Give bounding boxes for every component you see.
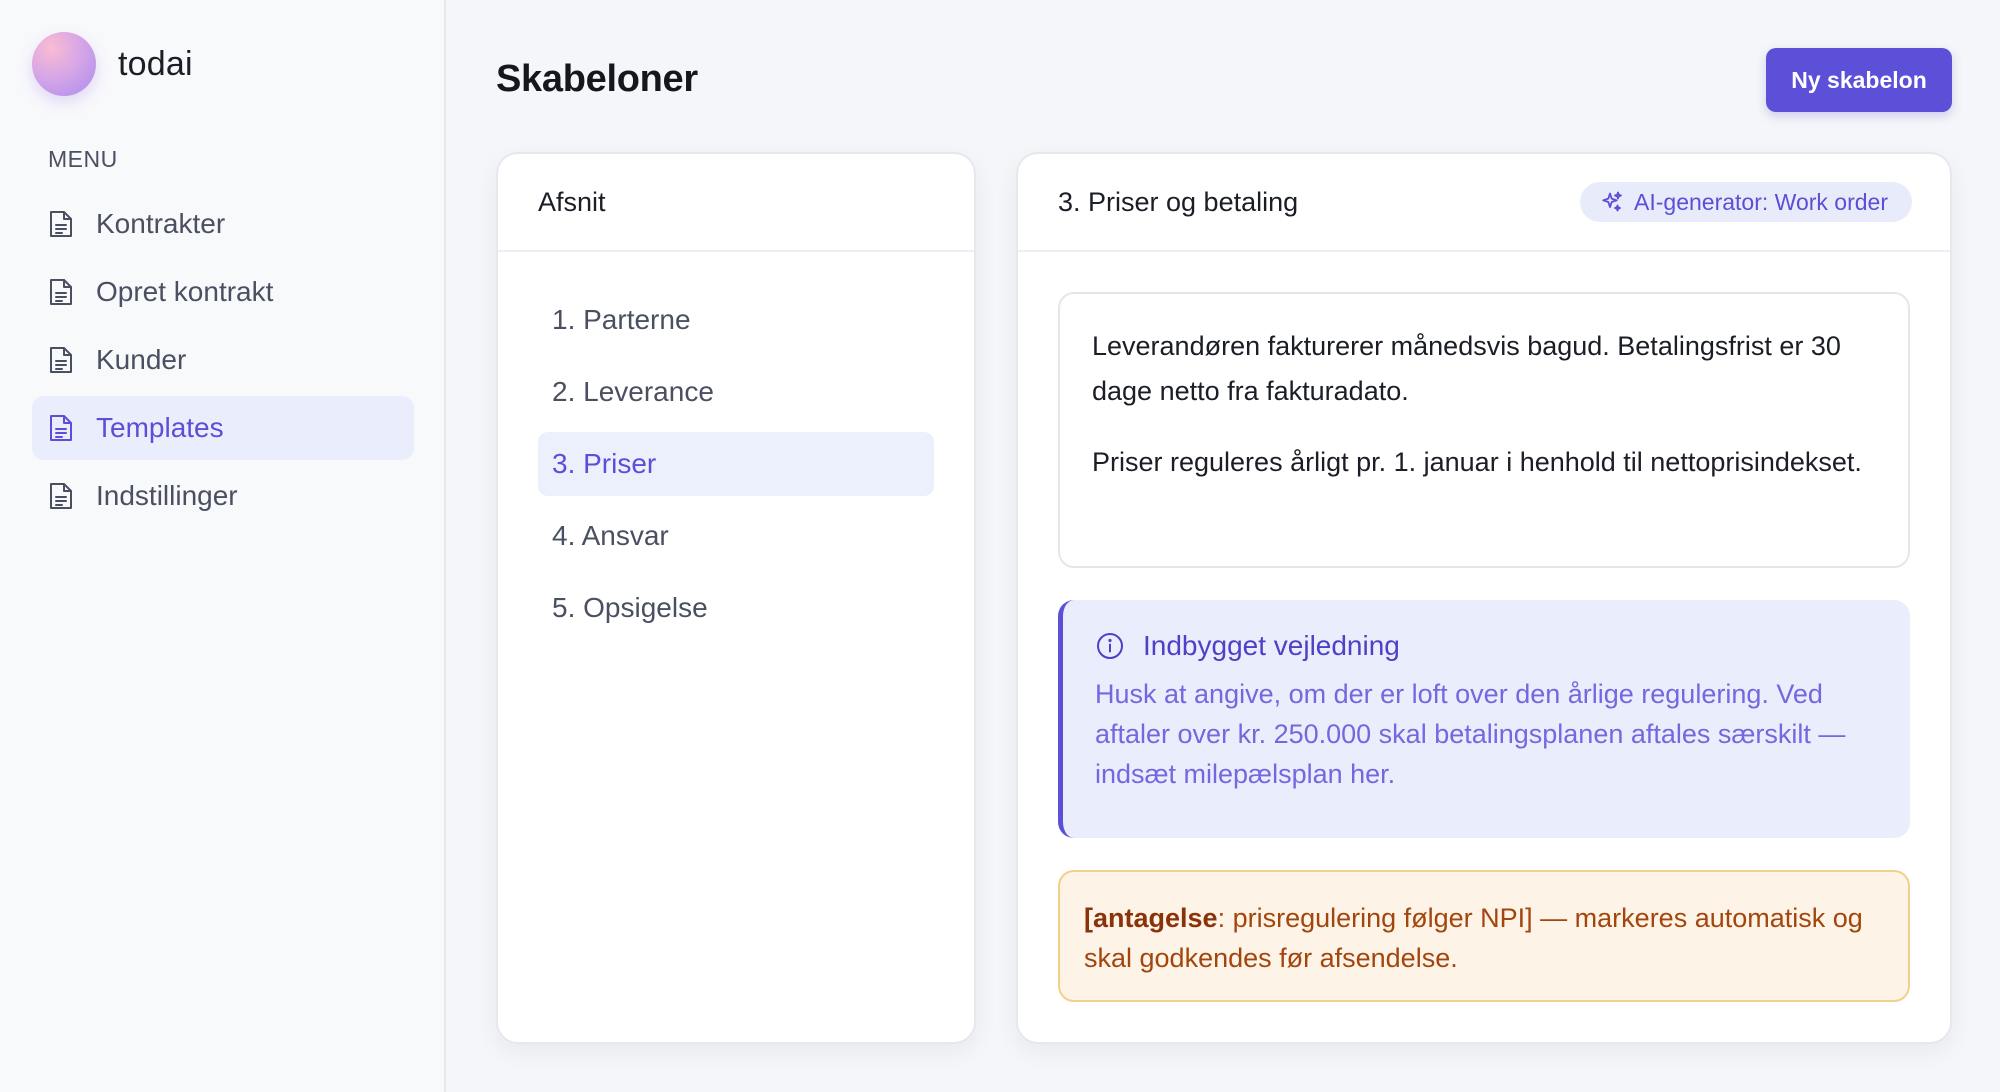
editor-title: 3. Priser og betaling — [1058, 186, 1299, 217]
sidebar-item-kunder[interactable]: Kunder — [32, 328, 414, 392]
sections-panel: Afsnit 1. Parterne 2. Leverance 3. Prise… — [496, 152, 976, 1044]
ai-generator-badge[interactable]: AI-generator: Work order — [1580, 182, 1912, 222]
sidebar-item-label: Indstillinger — [96, 480, 238, 511]
section-item-leverance[interactable]: 2. Leverance — [538, 360, 934, 424]
sidebar-nav: Kontrakter Opret kontrakt Kunder Templat… — [32, 192, 414, 532]
document-icon — [50, 483, 72, 509]
assumption-notice: [antagelse: prisregulering følger NPI] —… — [1058, 870, 1910, 1002]
sections-panel-title: Afsnit — [538, 186, 606, 217]
new-template-button[interactable]: Ny skabelon — [1766, 48, 1952, 112]
brand-logo — [32, 32, 96, 96]
clause-paragraph: Priser reguleres årligt pr. 1. januar i … — [1092, 447, 1862, 477]
sidebar-item-opret-kontrakt[interactable]: Opret kontrakt — [32, 260, 414, 324]
sidebar-item-kontrakter[interactable]: Kontrakter — [32, 192, 414, 256]
sidebar-item-label: Kontrakter — [96, 208, 226, 239]
brand-name: todai — [118, 44, 193, 83]
document-icon — [50, 211, 72, 237]
assumption-label: [antagelse — [1084, 903, 1218, 933]
guidance-title: Indbygget vejledning — [1143, 630, 1400, 661]
section-item-parterne[interactable]: 1. Parterne — [538, 288, 934, 352]
section-item-opsigelse[interactable]: 5. Opsigelse — [538, 576, 934, 640]
section-item-ansvar[interactable]: 4. Ansvar — [538, 504, 934, 568]
sidebar-item-indstillinger[interactable]: Indstillinger — [32, 464, 414, 528]
sections-panel-header: Afsnit — [498, 154, 974, 252]
guidance-header: Indbygget vejledning — [1095, 630, 1880, 662]
page-title: Skabeloner — [496, 58, 698, 100]
clause-paragraph: Leverandøren fakturerer månedsvis bagud.… — [1092, 331, 1841, 406]
sidebar-item-label: Kunder — [96, 344, 187, 375]
section-list: 1. Parterne 2. Leverance 3. Priser 4. An… — [498, 252, 974, 640]
sidebar-item-label: Templates — [96, 412, 224, 443]
sparkles-icon — [1602, 191, 1622, 212]
sidebar-item-label: Opret kontrakt — [96, 276, 274, 307]
sidebar-item-templates[interactable]: Templates — [32, 396, 414, 460]
section-editor: 3. Priser og betaling AI-generator: Work… — [1016, 152, 1952, 1044]
guidance-callout: Indbygget vejledning Husk at angive, om … — [1058, 600, 1910, 838]
section-item-priser[interactable]: 3. Priser — [538, 432, 934, 496]
document-icon — [50, 279, 72, 305]
info-icon — [1097, 633, 1123, 659]
clause-text-editor[interactable]: Leverandøren fakturerer månedsvis bagud.… — [1058, 292, 1910, 568]
menu-heading: MENU — [48, 146, 118, 172]
guidance-text: Husk at angive, om der er loft over den … — [1095, 679, 1846, 789]
ai-badge-label: AI-generator: Work order — [1634, 188, 1888, 215]
sidebar: todai MENU Kontrakter Opret kontrakt Kun… — [0, 0, 446, 1092]
brand[interactable]: todai — [32, 32, 193, 96]
document-icon — [50, 347, 72, 373]
editor-header: 3. Priser og betaling AI-generator: Work… — [1018, 154, 1950, 252]
document-icon — [50, 415, 72, 441]
